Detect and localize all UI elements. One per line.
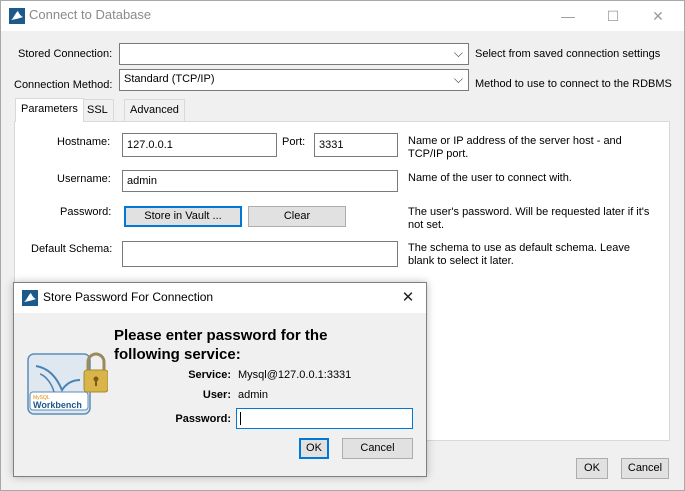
port-field[interactable]: 3331 bbox=[314, 133, 398, 157]
stored-connection-dropdown[interactable]: ⌵ bbox=[119, 43, 469, 65]
service-label: Service: bbox=[188, 369, 231, 381]
hostname-hint-line2: TCP/IP port. bbox=[408, 148, 469, 160]
user-label: User: bbox=[202, 389, 231, 401]
password-hint: The user's password. Will be requested l… bbox=[408, 206, 649, 232]
logo-workbench-text: Workbench bbox=[33, 400, 82, 410]
user-value: admin bbox=[238, 389, 268, 401]
text-caret bbox=[240, 412, 241, 425]
password-hint-line1: The user's password. Will be requested l… bbox=[408, 206, 650, 218]
dialog-title: Store Password For Connection bbox=[43, 290, 214, 304]
username-field[interactable]: admin bbox=[122, 170, 398, 192]
connection-method-hint: Method to use to connect to the RDBMS bbox=[475, 78, 672, 90]
service-value: Mysql@127.0.0.1:3331 bbox=[238, 369, 352, 381]
dialog-close-button[interactable]: ✕ bbox=[396, 287, 420, 309]
password-label: Password: bbox=[60, 206, 112, 218]
username-label: Username: bbox=[57, 173, 111, 185]
clear-password-button[interactable]: Clear bbox=[248, 206, 346, 227]
connection-method-value: Standard (TCP/IP) bbox=[124, 73, 215, 85]
mysql-workbench-logo: MySQL Workbench bbox=[26, 346, 109, 424]
dialog-ok-button[interactable]: OK bbox=[299, 438, 329, 459]
default-schema-label: Default Schema: bbox=[31, 243, 113, 255]
default-schema-field[interactable] bbox=[122, 241, 398, 267]
cancel-button[interactable]: Cancel bbox=[621, 458, 669, 479]
default-schema-hint: The schema to use as default schema. Lea… bbox=[408, 242, 630, 268]
default-schema-hint-line2: blank to select it later. bbox=[408, 255, 514, 267]
dialog-password-input[interactable] bbox=[236, 408, 413, 429]
dialog-heading-line2: following service: bbox=[114, 346, 241, 363]
minimize-button[interactable]: — bbox=[548, 3, 588, 29]
dialog-title-bar: Store Password For Connection ✕ bbox=[14, 283, 426, 313]
window-title: Connect to Database bbox=[29, 7, 152, 22]
dialog-heading-line1: Please enter password for the bbox=[114, 327, 328, 344]
hostname-hint-line1: Name or IP address of the server host - … bbox=[408, 135, 622, 147]
hostname-label: Hostname: bbox=[57, 136, 111, 148]
tab-ssl[interactable]: SSL bbox=[81, 99, 114, 121]
password-hint-line2: not set. bbox=[408, 219, 445, 231]
store-in-vault-button[interactable]: Store in Vault ... bbox=[124, 206, 242, 227]
hostname-field[interactable]: 127.0.0.1 bbox=[122, 133, 277, 157]
port-label: Port: bbox=[282, 136, 306, 148]
stored-connection-hint: Select from saved connection settings bbox=[475, 48, 661, 60]
tab-parameters[interactable]: Parameters bbox=[15, 98, 84, 122]
username-hint: Name of the user to connect with. bbox=[408, 172, 572, 184]
dialog-password-label: Password: bbox=[175, 413, 231, 425]
ok-button[interactable]: OK bbox=[576, 458, 608, 479]
dialog-heading: Please enter password for the following … bbox=[114, 326, 327, 364]
hostname-hint: Name or IP address of the server host - … bbox=[408, 135, 622, 161]
dialog-cancel-button[interactable]: Cancel bbox=[342, 438, 413, 459]
maximize-button[interactable]: ☐ bbox=[593, 3, 633, 29]
default-schema-hint-line1: The schema to use as default schema. Lea… bbox=[408, 242, 630, 254]
title-bar: Connect to Database — ☐ ✕ bbox=[1, 1, 684, 31]
chevron-down-icon: ⌵ bbox=[453, 72, 463, 86]
stored-connection-label: Stored Connection: bbox=[18, 48, 113, 60]
mysql-workbench-app-icon bbox=[9, 8, 25, 24]
close-button[interactable]: ✕ bbox=[638, 3, 678, 29]
connection-method-label: Connection Method: bbox=[14, 79, 113, 91]
connection-method-dropdown[interactable]: Standard (TCP/IP) ⌵ bbox=[119, 69, 469, 91]
chevron-down-icon: ⌵ bbox=[453, 46, 463, 60]
store-password-dialog: Store Password For Connection ✕ MySQL Wo… bbox=[13, 282, 427, 477]
mysql-workbench-app-icon bbox=[22, 290, 38, 306]
tab-advanced[interactable]: Advanced bbox=[124, 99, 185, 121]
